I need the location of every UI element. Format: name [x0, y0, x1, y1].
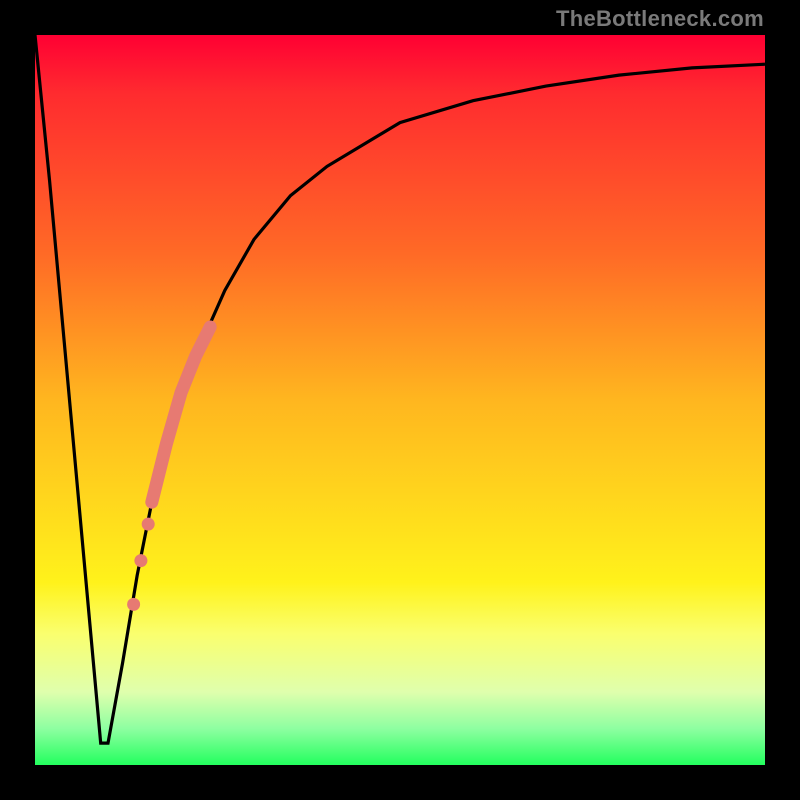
plot-area [35, 35, 765, 765]
highlight-dot [134, 554, 147, 567]
bottleneck-curve [35, 35, 765, 743]
highlight-dot [127, 598, 140, 611]
attribution-label: TheBottleneck.com [556, 6, 764, 32]
highlight-segment [152, 327, 210, 502]
highlight-dot [142, 518, 155, 531]
chart-frame: TheBottleneck.com [0, 0, 800, 800]
curve-layer [35, 35, 765, 765]
